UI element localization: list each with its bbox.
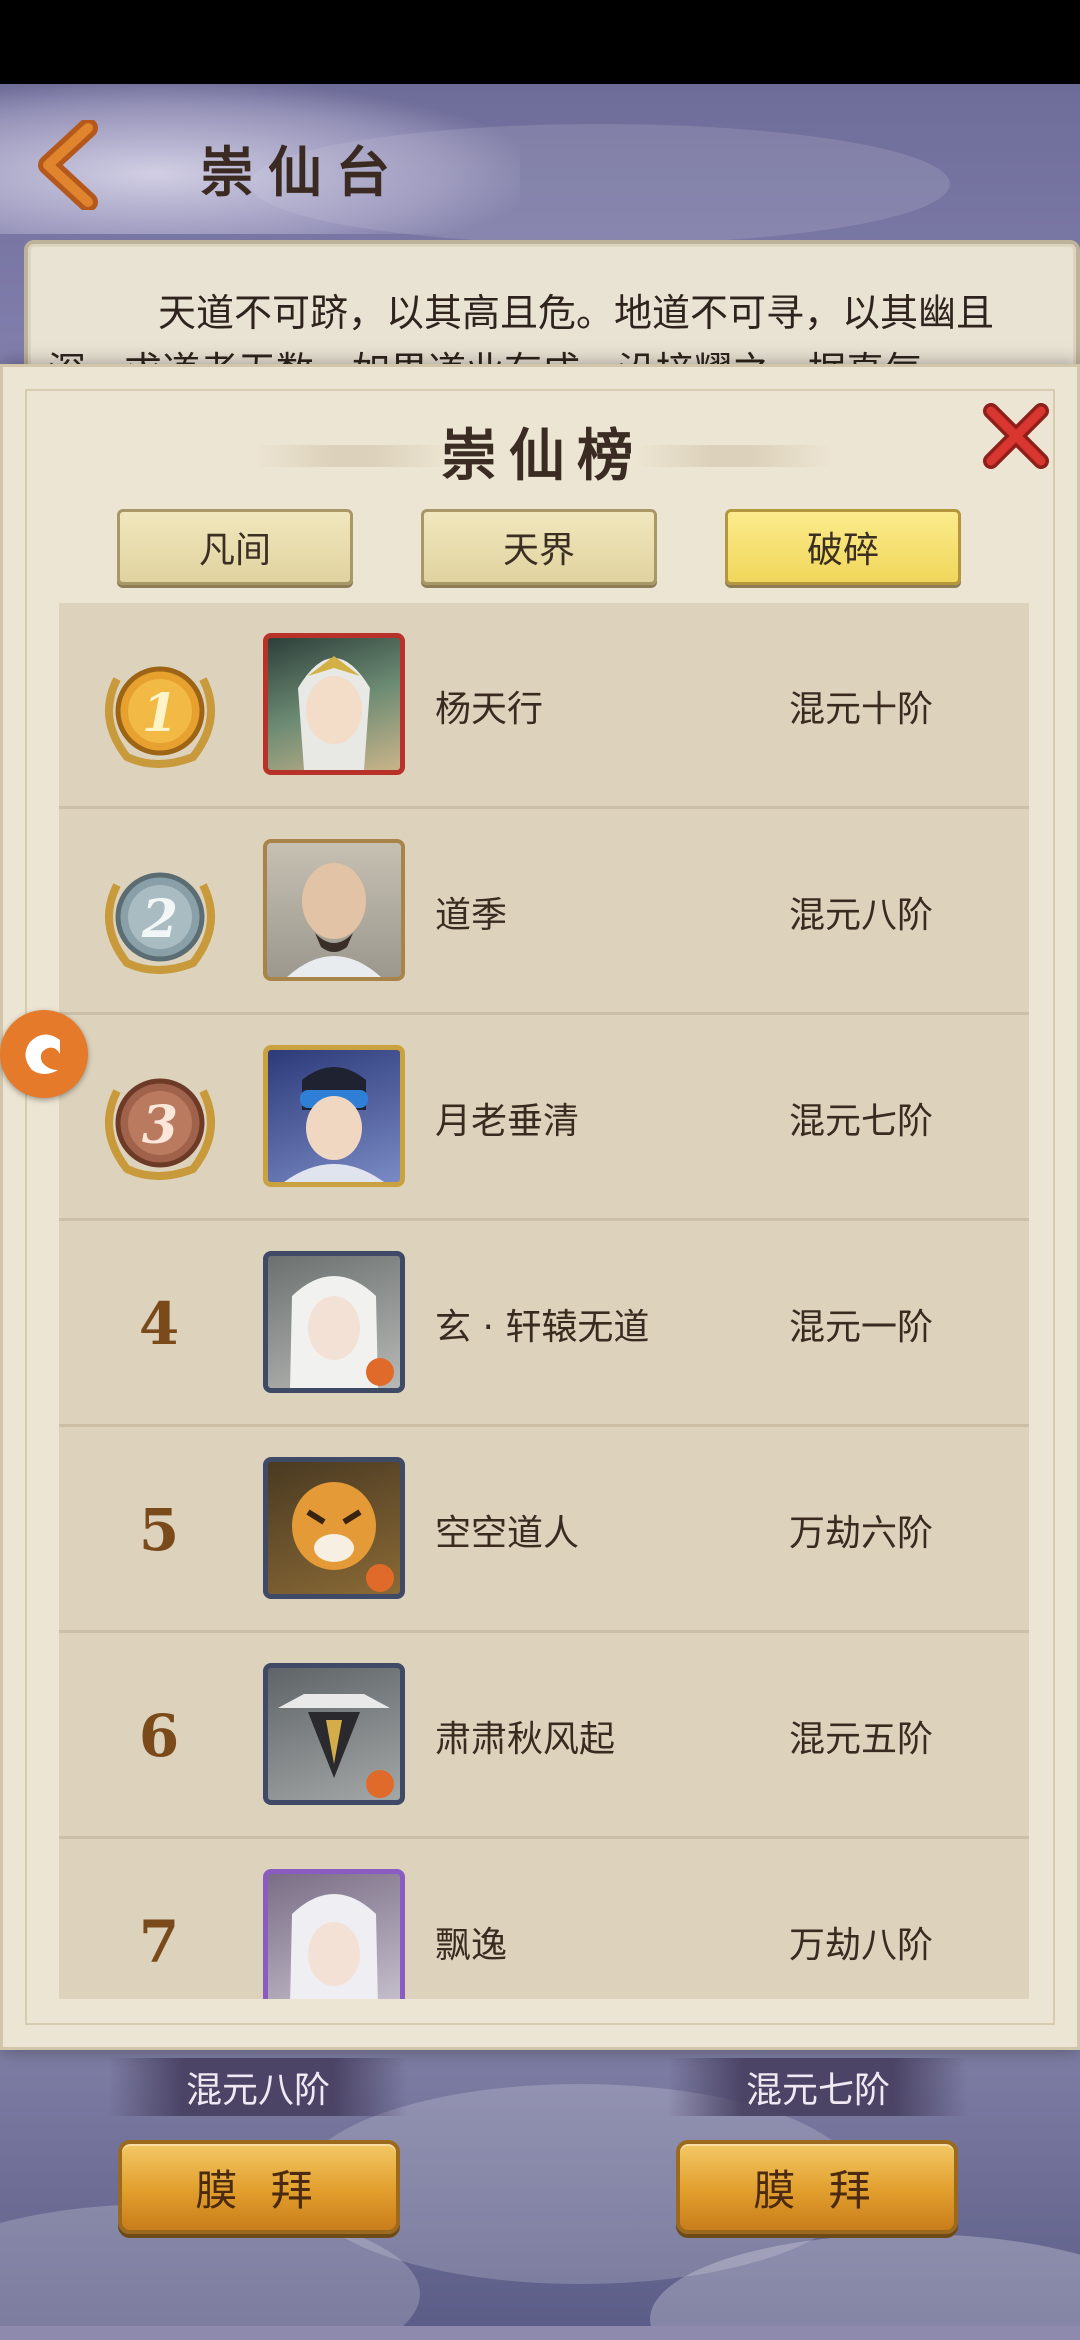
rank-label: 2 (141, 889, 178, 950)
ranking-modal: 崇仙榜 凡间 天界 破碎 1 杨天行 混元十阶 2 道季 混元八阶 3 月老垂清… (0, 364, 1080, 2050)
rank-row-6[interactable]: 6 肃肃秋风起 混元五阶 (59, 1633, 1029, 1839)
tab-heaven[interactable]: 天界 (421, 509, 657, 585)
rank-number: 7 (138, 1908, 180, 1976)
player-level: 混元十阶 (789, 689, 934, 730)
player-level: 混元一阶 (789, 1307, 934, 1348)
avatar (263, 1869, 405, 1999)
rank-row-7[interactable]: 7 飘逸 万劫八阶 (59, 1839, 1029, 1999)
player-name: 玄 · 轩辕无道 (435, 1307, 650, 1348)
avatar (263, 1663, 405, 1805)
avatar (263, 1045, 405, 1187)
bottom-strip (0, 2326, 1080, 2340)
back-button[interactable] (20, 110, 120, 220)
player-name: 月老垂清 (435, 1101, 580, 1142)
rank-row-5[interactable]: 5 空空道人 万劫六阶 (59, 1427, 1029, 1633)
player-level: 混元八阶 (789, 895, 934, 936)
tab-shattered[interactable]: 破碎 (725, 509, 961, 585)
rank-number: 5 (138, 1496, 180, 1564)
player-name: 空空道人 (435, 1513, 580, 1554)
avatar (263, 1457, 405, 1599)
right-level-label: 混元七阶 (668, 2058, 968, 2116)
rank-label: 1 (142, 683, 178, 744)
silver-medal-icon: 2 (105, 872, 215, 974)
left-level-label: 混元八阶 (108, 2058, 408, 2116)
tab-mortal[interactable]: 凡间 (117, 509, 353, 585)
bronze-medal-icon: 3 (105, 1078, 215, 1180)
avatar (263, 839, 405, 981)
status-bar (0, 0, 1080, 84)
page-title: 崇仙台 (200, 140, 404, 204)
player-name: 道季 (435, 895, 508, 936)
rank-number: 6 (138, 1702, 180, 1770)
back-arrow-icon (38, 120, 98, 210)
player-level: 万劫八阶 (789, 1925, 934, 1966)
modal-title: 崇仙榜 (441, 423, 645, 489)
rank-row-2[interactable]: 2 道季 混元八阶 (59, 809, 1029, 1015)
player-name: 肃肃秋风起 (435, 1719, 616, 1760)
side-float-button[interactable] (0, 1010, 88, 1098)
avatar (263, 633, 405, 775)
dragon-float-icon (25, 1034, 61, 1074)
player-level: 万劫六阶 (789, 1513, 934, 1554)
rank-number: 4 (138, 1290, 180, 1358)
player-name: 飘逸 (435, 1925, 508, 1966)
gold-medal-icon: 1 (105, 666, 215, 768)
worship-button-right[interactable]: 膜 拜 (676, 2140, 958, 2234)
player-name: 杨天行 (435, 689, 544, 730)
player-level: 混元五阶 (789, 1719, 934, 1760)
rank-label: 3 (142, 1095, 178, 1156)
close-icon (983, 403, 1049, 469)
rank-row-3[interactable]: 3 月老垂清 混元七阶 (59, 1015, 1029, 1221)
ranking-list[interactable]: 1 杨天行 混元十阶 2 道季 混元八阶 3 月老垂清 混元七阶 4 玄 · 轩… (59, 603, 1029, 1999)
close-button[interactable] (981, 401, 1051, 471)
avatar (263, 1251, 405, 1393)
player-level: 混元七阶 (789, 1101, 934, 1142)
rank-row-4[interactable]: 4 玄 · 轩辕无道 混元一阶 (59, 1221, 1029, 1427)
rank-row-1[interactable]: 1 杨天行 混元十阶 (59, 603, 1029, 809)
worship-button-left[interactable]: 膜 拜 (118, 2140, 400, 2234)
